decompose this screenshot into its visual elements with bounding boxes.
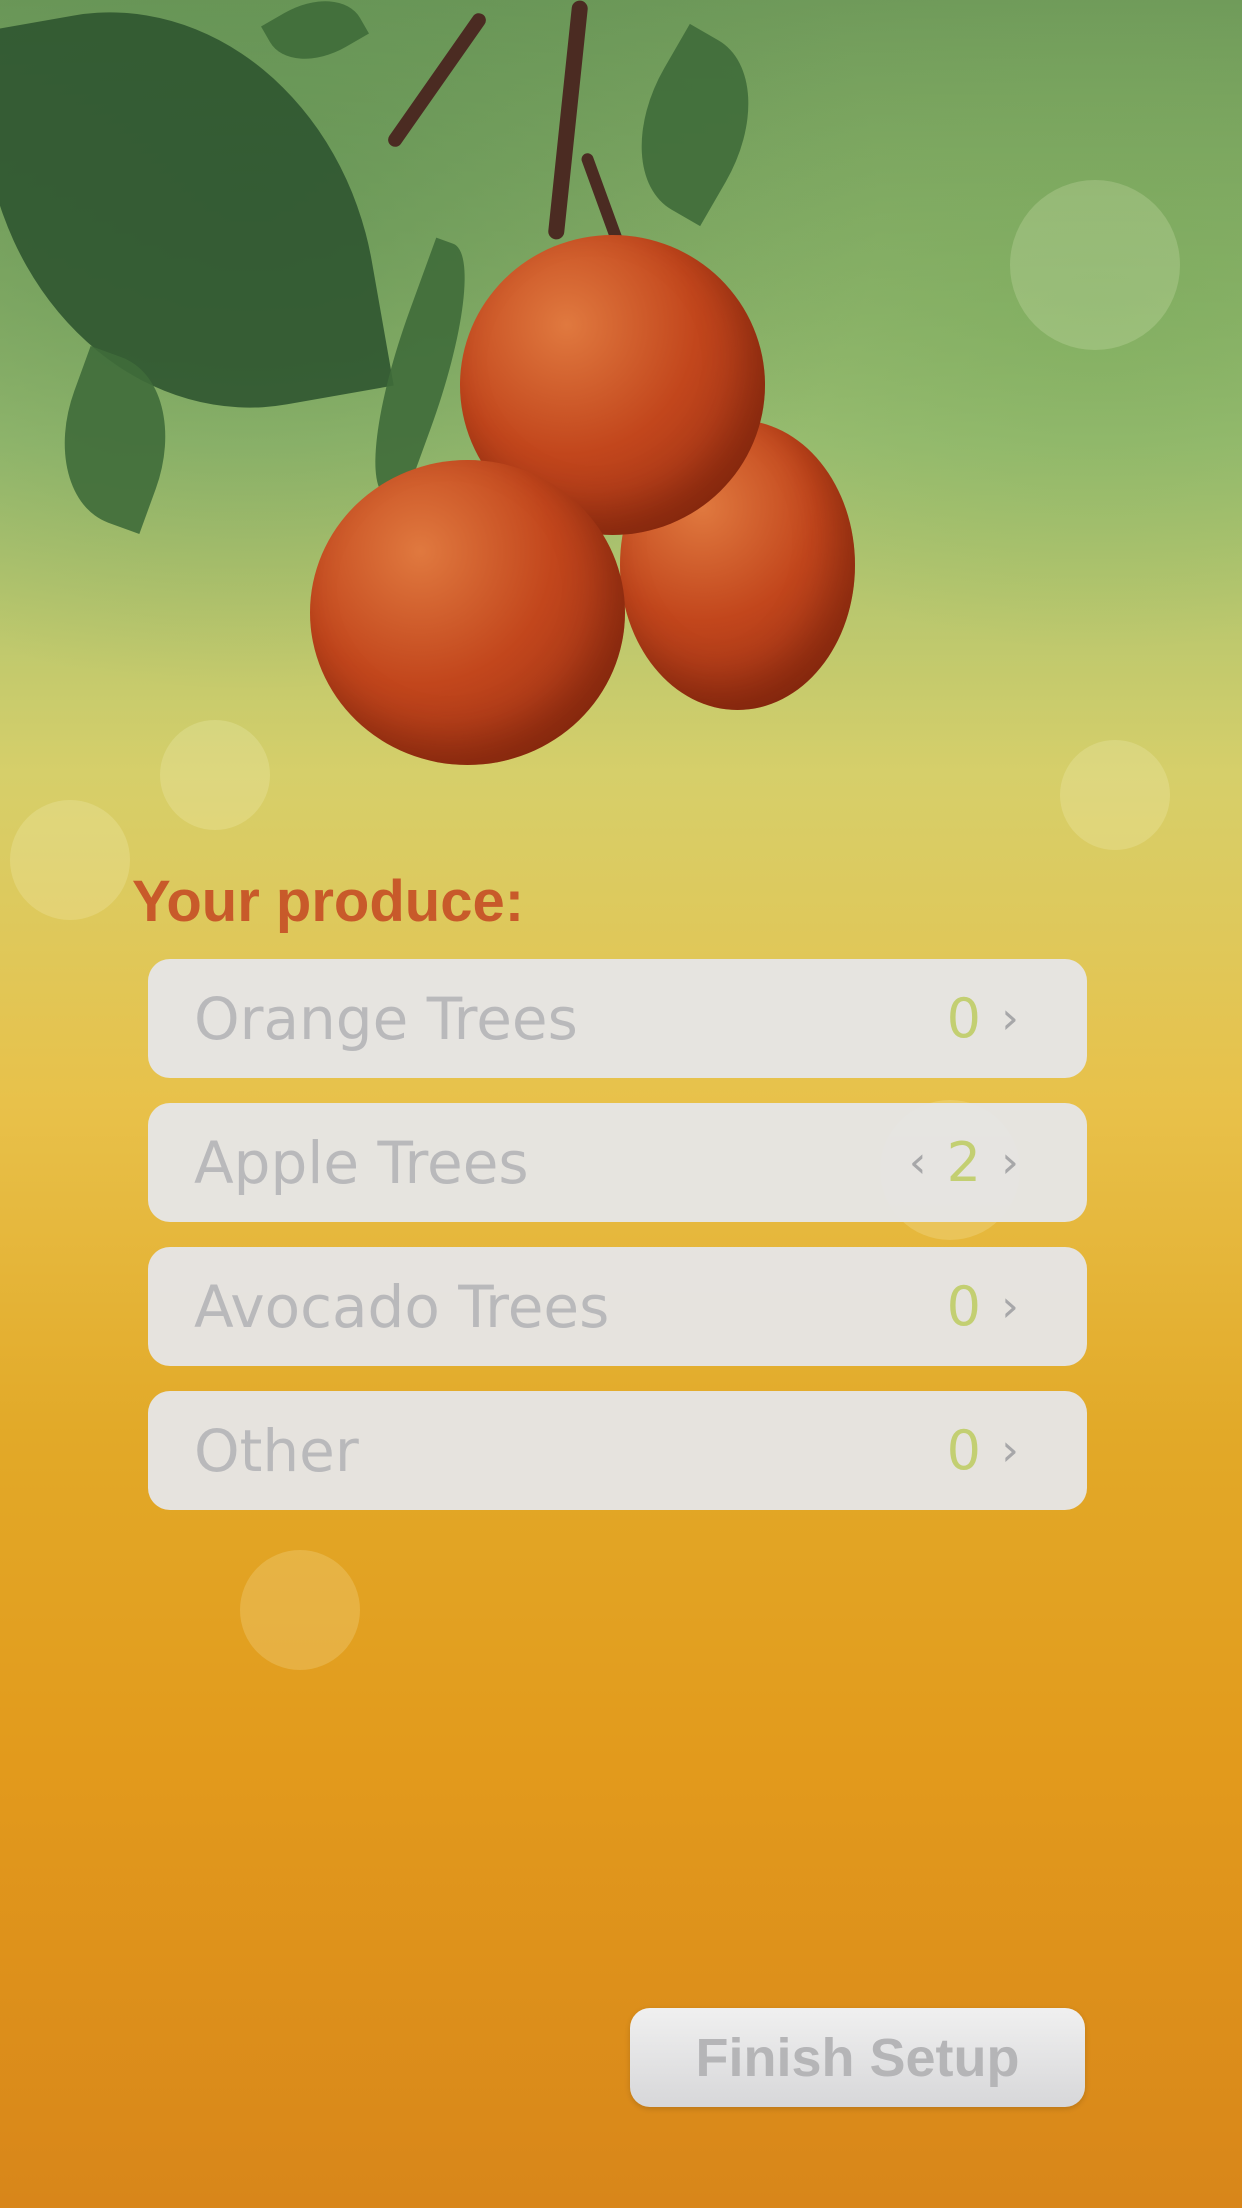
finish-setup-button[interactable]: Finish Setup	[630, 2008, 1085, 2107]
apple	[310, 460, 625, 765]
leaf	[604, 23, 786, 227]
produce-list: Orange Trees 0 › Apple Trees ‹ 2 › Avoca…	[148, 959, 1087, 1535]
produce-count: 0	[946, 1419, 981, 1482]
produce-row-apple-trees[interactable]: Apple Trees ‹ 2 ›	[148, 1103, 1087, 1222]
produce-label: Apple Trees	[194, 1128, 529, 1197]
produce-count: 0	[946, 1275, 981, 1338]
produce-count: 0	[946, 987, 981, 1050]
quantity-stepper: ‹ 2 ›	[907, 1131, 1021, 1194]
bokeh-light	[10, 800, 130, 920]
produce-label: Other	[194, 1416, 359, 1485]
quantity-stepper: 0 ›	[907, 1419, 1021, 1482]
produce-row-avocado-trees[interactable]: Avocado Trees 0 ›	[148, 1247, 1087, 1366]
produce-count: 2	[946, 1131, 981, 1194]
produce-row-orange-trees[interactable]: Orange Trees 0 ›	[148, 959, 1087, 1078]
bokeh-light	[1010, 180, 1180, 350]
produce-row-other[interactable]: Other 0 ›	[148, 1391, 1087, 1510]
bokeh-light	[240, 1550, 360, 1670]
bokeh-light	[160, 720, 270, 830]
produce-label: Orange Trees	[194, 984, 578, 1053]
branch	[385, 10, 489, 150]
produce-label: Avocado Trees	[194, 1272, 610, 1341]
quantity-stepper: 0 ›	[907, 1275, 1021, 1338]
leaf	[261, 0, 369, 79]
chevron-right-icon[interactable]: ›	[999, 1425, 1021, 1476]
quantity-stepper: 0 ›	[907, 987, 1021, 1050]
branch	[547, 0, 589, 241]
page-title: Your produce:	[132, 869, 525, 934]
chevron-right-icon[interactable]: ›	[999, 993, 1021, 1044]
leaf	[0, 0, 394, 449]
chevron-right-icon[interactable]: ›	[999, 1137, 1021, 1188]
bokeh-light	[1060, 740, 1170, 850]
chevron-left-icon[interactable]: ‹	[907, 1137, 929, 1188]
chevron-right-icon[interactable]: ›	[999, 1281, 1021, 1332]
